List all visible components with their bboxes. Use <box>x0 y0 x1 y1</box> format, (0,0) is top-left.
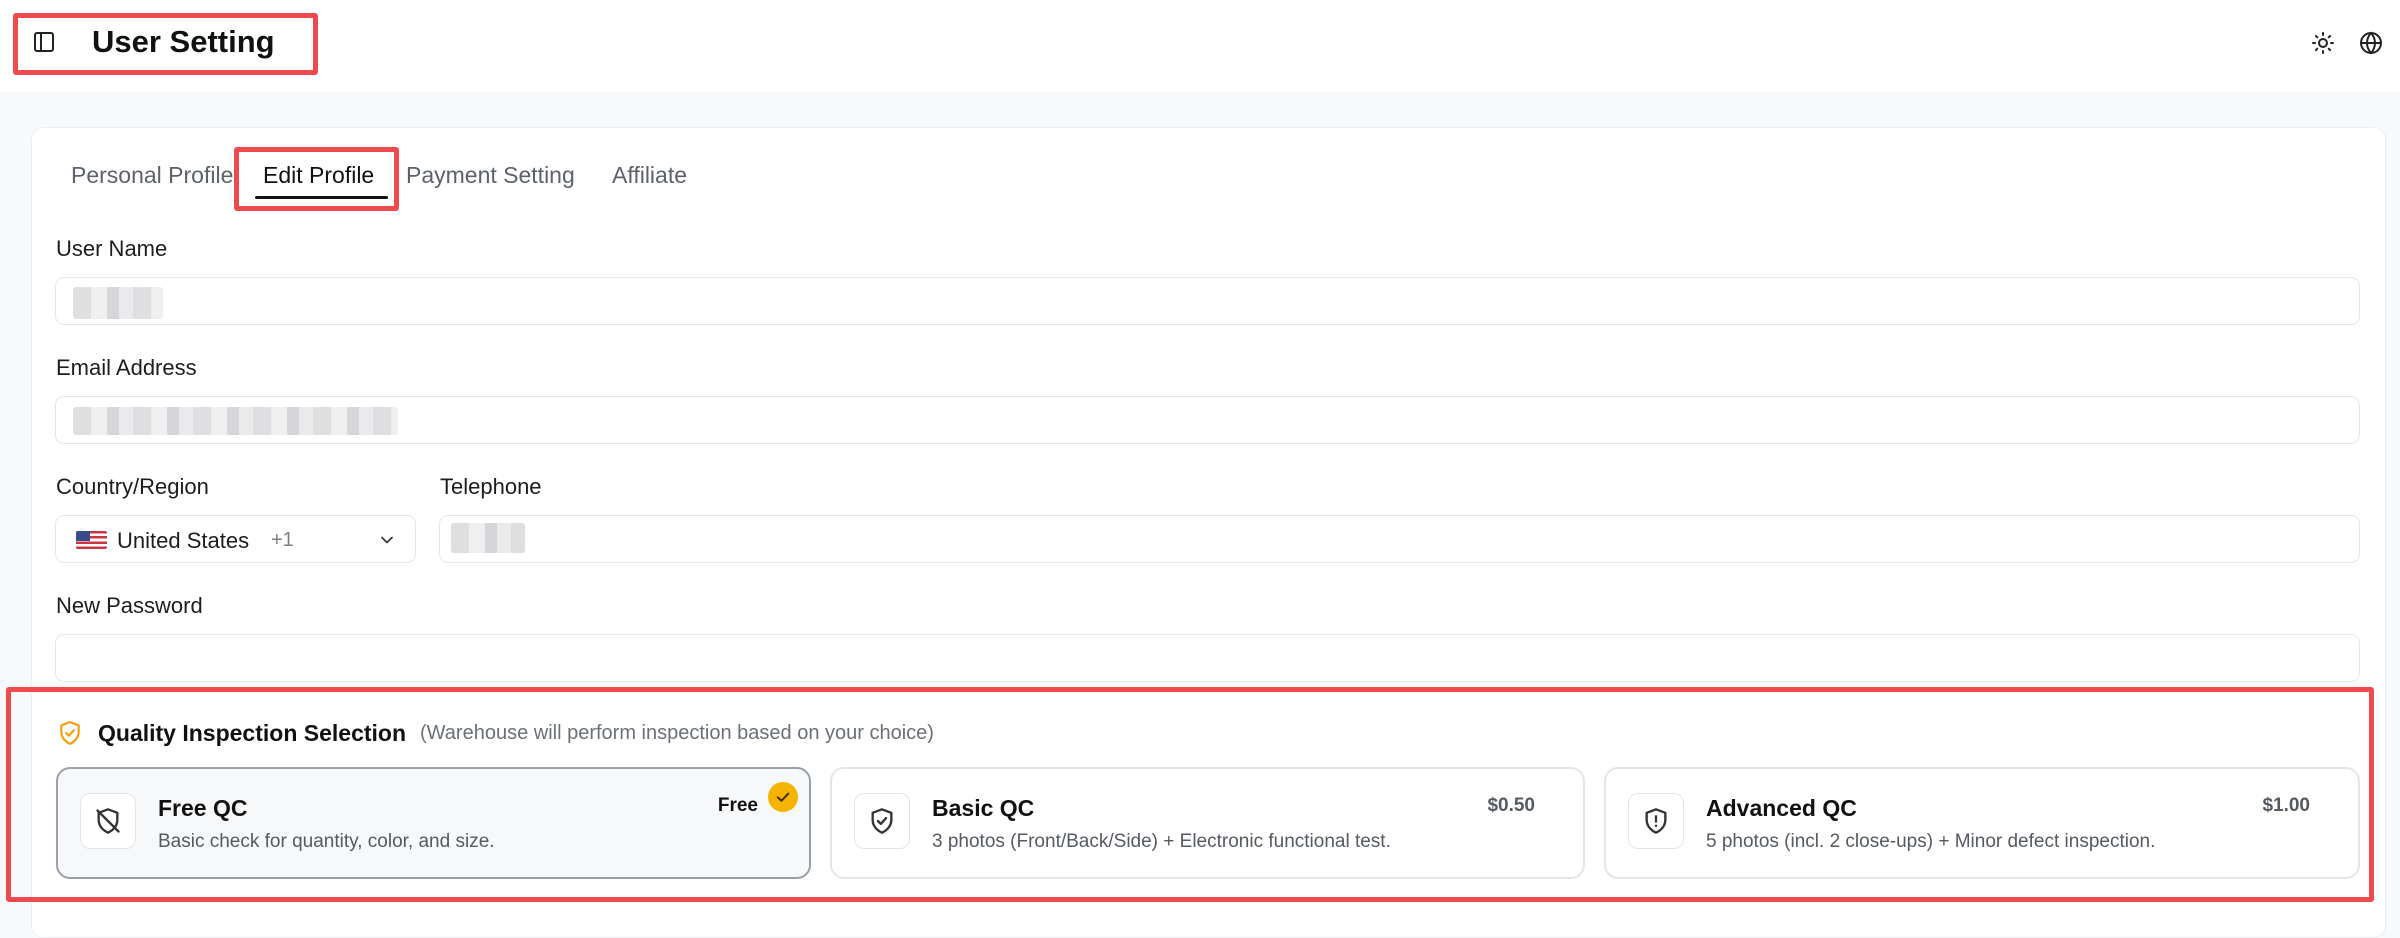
page-title: User Setting <box>92 24 275 59</box>
qc-option-desc: Basic check for quantity, color, and siz… <box>158 831 495 852</box>
tab-affiliate[interactable]: Affiliate <box>612 162 687 189</box>
email-redacted <box>73 407 398 435</box>
globe-icon[interactable] <box>2357 29 2385 57</box>
tab-edit-profile[interactable]: Edit Profile <box>263 162 374 189</box>
username-label: User Name <box>56 236 168 261</box>
chevron-down-icon <box>381 536 393 544</box>
tab-payment-setting[interactable]: Payment Setting <box>406 162 575 189</box>
us-flag-icon <box>76 531 107 549</box>
qc-option-name: Free QC <box>158 795 248 821</box>
username-redacted <box>73 287 163 319</box>
telephone-field[interactable] <box>439 515 2360 563</box>
email-label: Email Address <box>56 355 197 380</box>
qc-option-price: Free <box>717 795 758 816</box>
qc-option-basic[interactable]: Basic QC 3 photos (Front/Back/Side) + El… <box>830 767 1585 879</box>
password-label: New Password <box>56 593 203 618</box>
qc-subtitle: (Warehouse will perform inspection based… <box>420 722 934 744</box>
shield-off-icon <box>96 808 120 834</box>
country-select[interactable]: United States +1 <box>55 515 416 563</box>
country-label: Country/Region <box>56 474 209 499</box>
qc-option-advanced[interactable]: Advanced QC 5 photos (incl. 2 close-ups)… <box>1604 767 2360 879</box>
shield-check-icon <box>60 721 80 745</box>
sun-icon[interactable] <box>2309 29 2337 57</box>
sidebar-toggle-icon[interactable] <box>30 28 58 56</box>
country-dial-code: +1 <box>271 529 294 551</box>
password-field[interactable] <box>55 634 2360 682</box>
qc-option-free[interactable]: Free QC Basic check for quantity, color,… <box>56 767 811 879</box>
qc-title: Quality Inspection Selection <box>98 720 407 746</box>
qc-option-price: $0.50 <box>1487 795 1535 816</box>
telephone-label: Telephone <box>440 474 542 499</box>
qc-option-name: Basic QC <box>932 795 1035 821</box>
qc-option-desc: 5 photos (incl. 2 close-ups) + Minor def… <box>1706 831 2156 852</box>
shield-check-icon <box>871 808 893 834</box>
qc-option-desc: 3 photos (Front/Back/Side) + Electronic … <box>932 831 1391 852</box>
qc-icon-container <box>1628 793 1684 849</box>
shield-alert-icon <box>1645 808 1667 834</box>
top-bar <box>0 0 2400 92</box>
check-icon <box>768 782 798 812</box>
telephone-redacted <box>451 523 525 553</box>
qc-option-name: Advanced QC <box>1706 795 1857 821</box>
tab-personal-profile[interactable]: Personal Profile <box>71 162 233 189</box>
qc-icon-container <box>854 793 910 849</box>
active-tab-indicator <box>255 196 388 199</box>
username-field[interactable] <box>55 277 2360 325</box>
email-field[interactable] <box>55 396 2360 444</box>
qc-option-price: $1.00 <box>2262 795 2310 816</box>
qc-icon-container <box>80 793 136 849</box>
country-value: United States <box>117 528 250 553</box>
